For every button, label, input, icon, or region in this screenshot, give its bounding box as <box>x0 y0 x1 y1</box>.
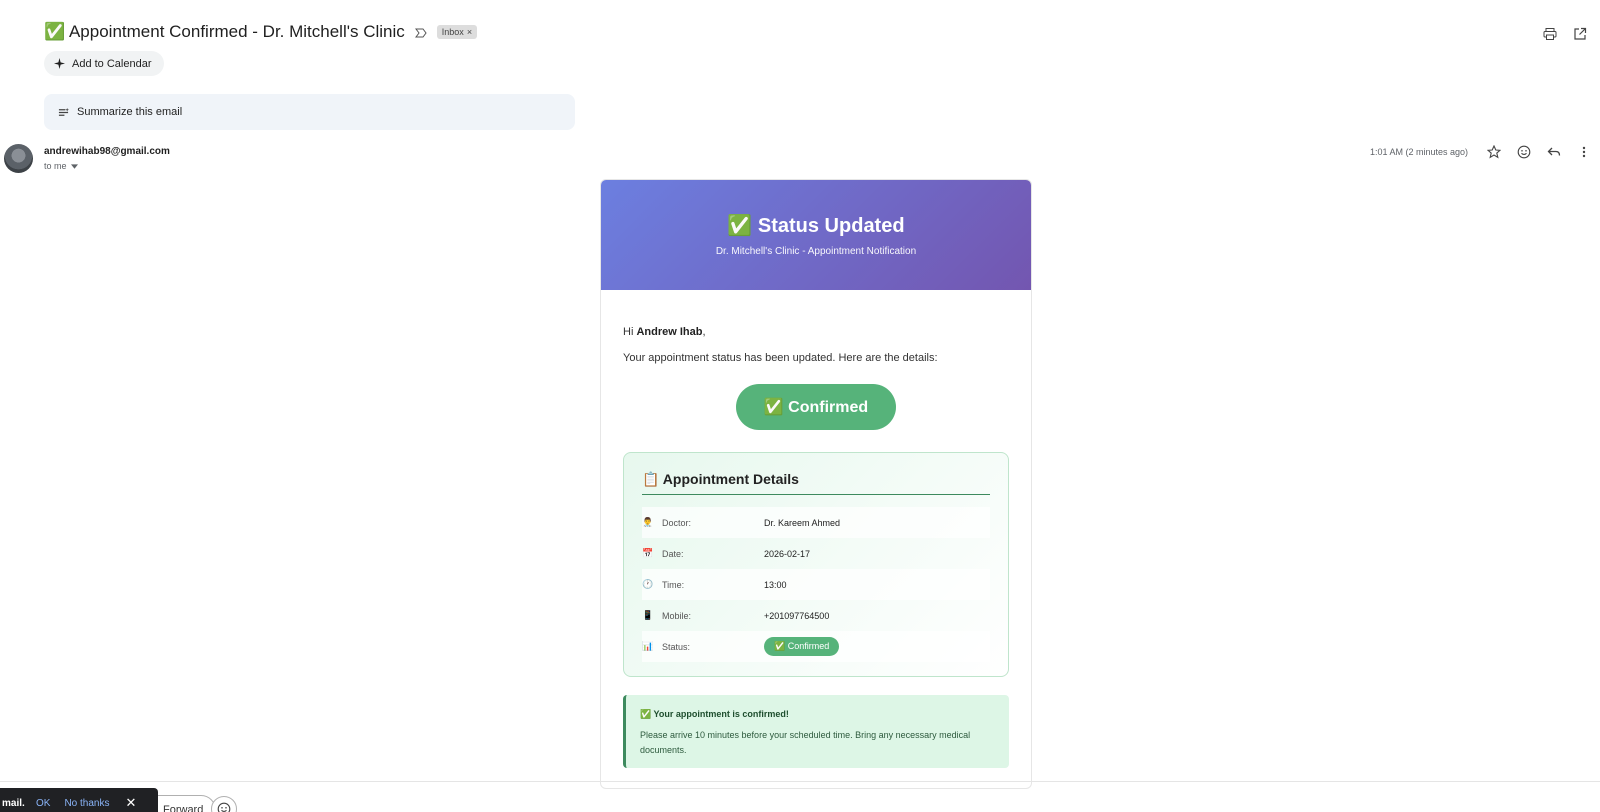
bottom-divider <box>0 781 1600 782</box>
detail-label: Time: <box>662 579 685 590</box>
star-icon[interactable] <box>1486 144 1502 160</box>
top-actions <box>1542 26 1588 42</box>
important-marker-icon[interactable] <box>414 26 427 38</box>
patient-name: Andrew Ihab <box>636 326 703 338</box>
detail-value: +201097764500 <box>764 610 830 621</box>
appointment-details-box: 📋 Appointment Details 👨‍⚕️ Doctor: Dr. K… <box>623 452 1009 677</box>
close-icon[interactable]: ✕ <box>125 795 136 811</box>
detail-row-status: 📊 Status: ✅ Confirmed <box>642 631 990 662</box>
chart-icon: 📊 <box>642 641 654 651</box>
detail-row-date: 📅 Date: 2026-02-17 <box>642 538 990 569</box>
detail-value: 2026-02-17 <box>764 548 811 559</box>
note-text: Please arrive 10 minutes before your sch… <box>640 730 971 755</box>
sender-avatar[interactable] <box>4 144 33 173</box>
recipients-label: to me <box>44 161 67 171</box>
add-to-calendar-button[interactable]: Add to Calendar <box>44 51 164 76</box>
subject-row: ✅ Appointment Confirmed - Dr. Mitchell's… <box>44 22 478 42</box>
forward-label: Forward <box>163 804 204 812</box>
confirmation-note: ✅ Your appointment is confirmed! Please … <box>623 695 1009 768</box>
detail-label: Mobile: <box>662 610 692 621</box>
calendar-icon: 📅 <box>642 548 654 558</box>
message-timestamp: 1:01 AM (2 minutes ago) <box>1369 147 1468 157</box>
snackbar-ok-button[interactable]: OK <box>36 798 50 809</box>
greeting: Hi Andrew Ihab, <box>623 326 706 338</box>
summarize-label: Summarize this email <box>77 106 183 118</box>
label-chip-inbox[interactable]: Inbox × <box>436 25 478 39</box>
note-title: ✅ Your appointment is confirmed! <box>640 709 789 719</box>
remove-label-icon[interactable]: × <box>467 27 472 37</box>
detail-row-doctor: 👨‍⚕️ Doctor: Dr. Kareem Ahmed <box>642 507 990 538</box>
detail-label: Date: <box>662 548 684 559</box>
email-banner-subtitle: Dr. Mitchell's Clinic - Appointment Noti… <box>715 246 917 257</box>
more-options-icon[interactable] <box>1576 144 1592 160</box>
status-badge-large: ✅ Confirmed <box>736 384 896 430</box>
detail-label: Status: <box>662 641 691 652</box>
emoji-reaction-icon[interactable] <box>1516 144 1532 160</box>
recipients-toggle[interactable]: to me <box>44 161 78 171</box>
detail-value: 13:00 <box>764 579 787 590</box>
clock-icon: 🕐 <box>642 579 654 589</box>
details-list: 👨‍⚕️ Doctor: Dr. Kareem Ahmed 📅 Date: 20… <box>642 507 990 662</box>
snackbar-message: mail. <box>2 797 25 809</box>
status-badge: ✅ Confirmed <box>764 637 840 656</box>
intro-text: Your appointment status has been updated… <box>623 352 938 364</box>
reply-icon[interactable] <box>1546 144 1562 160</box>
summary-icon <box>58 107 69 116</box>
smiley-icon <box>217 802 231 812</box>
detail-row-mobile: 📱 Mobile: +201097764500 <box>642 600 990 631</box>
open-in-new-window-icon[interactable] <box>1572 26 1588 42</box>
appointment-details-title: 📋 Appointment Details <box>642 471 990 495</box>
email-body-card: ✅ Status Updated Dr. Mitchell's Clinic -… <box>600 179 1032 789</box>
mobile-phone-icon: 📱 <box>642 610 654 620</box>
detail-label: Doctor: <box>662 517 692 528</box>
email-banner: ✅ Status Updated Dr. Mitchell's Clinic -… <box>601 180 1031 290</box>
email-banner-title: ✅ Status Updated <box>727 215 905 237</box>
message-meta: 1:01 AM (2 minutes ago) <box>1370 144 1592 160</box>
detail-row-time: 🕐 Time: 13:00 <box>642 569 990 600</box>
doctor-icon: 👨‍⚕️ <box>642 517 654 527</box>
emoji-reaction-button[interactable] <box>211 796 237 812</box>
snackbar: mail. OK No thanks ✕ <box>0 788 158 812</box>
add-to-calendar-label: Add to Calendar <box>72 57 152 70</box>
detail-value: Dr. Kareem Ahmed <box>764 517 841 528</box>
chevron-down-icon <box>70 163 78 169</box>
print-icon[interactable] <box>1542 26 1558 42</box>
sparkle-icon <box>54 58 65 69</box>
email-subject: ✅ Appointment Confirmed - Dr. Mitchell's… <box>44 22 405 41</box>
summarize-email-button[interactable]: Summarize this email <box>44 94 575 130</box>
sender-email[interactable]: andrewihab98@gmail.com <box>44 146 170 157</box>
email-content: Hi Andrew Ihab, Your appointment status … <box>601 326 1031 768</box>
snackbar-no-thanks-button[interactable]: No thanks <box>64 798 109 809</box>
